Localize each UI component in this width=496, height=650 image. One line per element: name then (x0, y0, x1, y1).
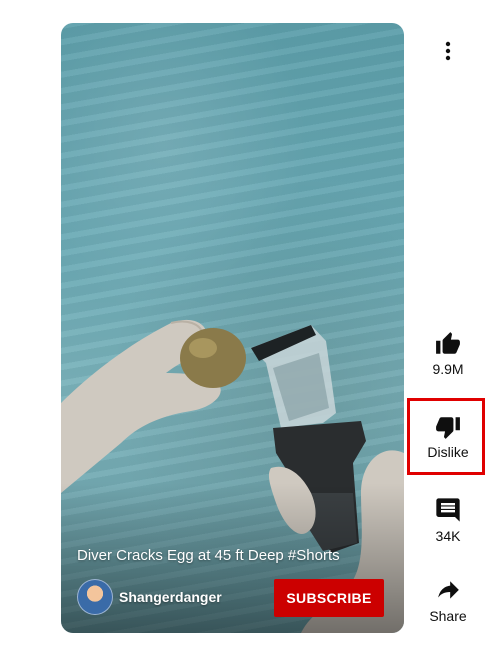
channel-name[interactable]: Shangerdanger (119, 589, 222, 605)
share-button[interactable]: Share (412, 578, 484, 624)
share-icon (438, 581, 459, 599)
comments-button[interactable]: 34K (412, 496, 484, 544)
subscribe-button[interactable]: SUBSCRIBE (274, 579, 384, 617)
channel-row: Shangerdanger SUBSCRIBE (77, 579, 384, 617)
thumb-up-icon (436, 332, 460, 354)
channel-avatar[interactable] (77, 579, 113, 615)
video-title[interactable]: Diver Cracks Egg at 45 ft Deep #Shorts (77, 547, 392, 564)
comment-icon (436, 498, 460, 522)
dislike-highlight-box (407, 398, 485, 475)
more-vert-icon (445, 41, 451, 61)
like-count: 9.9M (432, 361, 464, 377)
video-player[interactable]: Diver Cracks Egg at 45 ft Deep #Shorts S… (61, 23, 404, 633)
comment-count: 34K (435, 528, 461, 544)
share-label: Share (429, 608, 467, 624)
more-options-button[interactable] (430, 38, 466, 64)
like-button[interactable]: 9.9M (412, 331, 484, 377)
